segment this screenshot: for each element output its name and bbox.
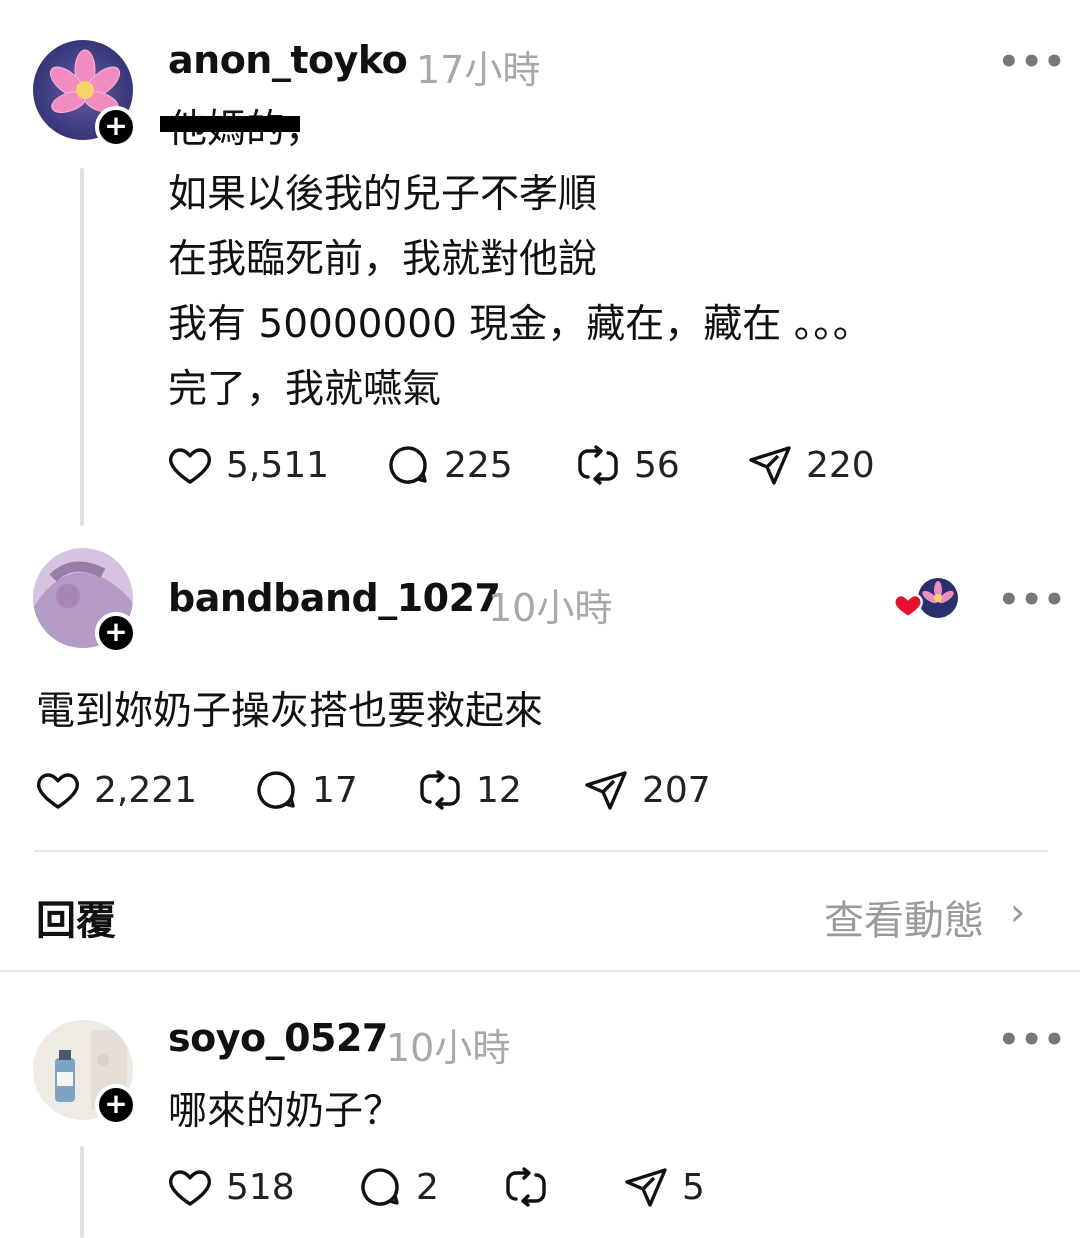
username[interactable]: soyo_0527 <box>168 1016 388 1060</box>
post-soyo-0527: + soyo_0527 10小時 ••• 哪來的奶子？ 518 2 5 <box>0 0 1080 1238</box>
heart-icon <box>169 1170 211 1206</box>
follow-plus-icon[interactable]: + <box>95 1084 137 1126</box>
send-icon <box>625 1168 667 1207</box>
comment-button[interactable]: 2 <box>356 1162 439 1212</box>
repost-icon <box>506 1167 546 1207</box>
timestamp: 10小時 <box>386 1026 511 1070</box>
comment-count: 2 <box>416 1166 439 1208</box>
comment-icon <box>361 1168 399 1206</box>
more-options-icon[interactable]: ••• <box>998 1023 1066 1057</box>
like-button[interactable]: 518 <box>166 1162 295 1212</box>
like-count: 518 <box>226 1166 295 1208</box>
action-bar: 518 2 5 <box>166 1162 726 1212</box>
share-button[interactable]: 5 <box>622 1162 705 1212</box>
repost-button[interactable] <box>502 1162 562 1212</box>
thread-line <box>80 1146 84 1238</box>
post-text-line: 哪來的奶子？ <box>168 1089 403 1134</box>
share-count: 5 <box>682 1166 705 1208</box>
